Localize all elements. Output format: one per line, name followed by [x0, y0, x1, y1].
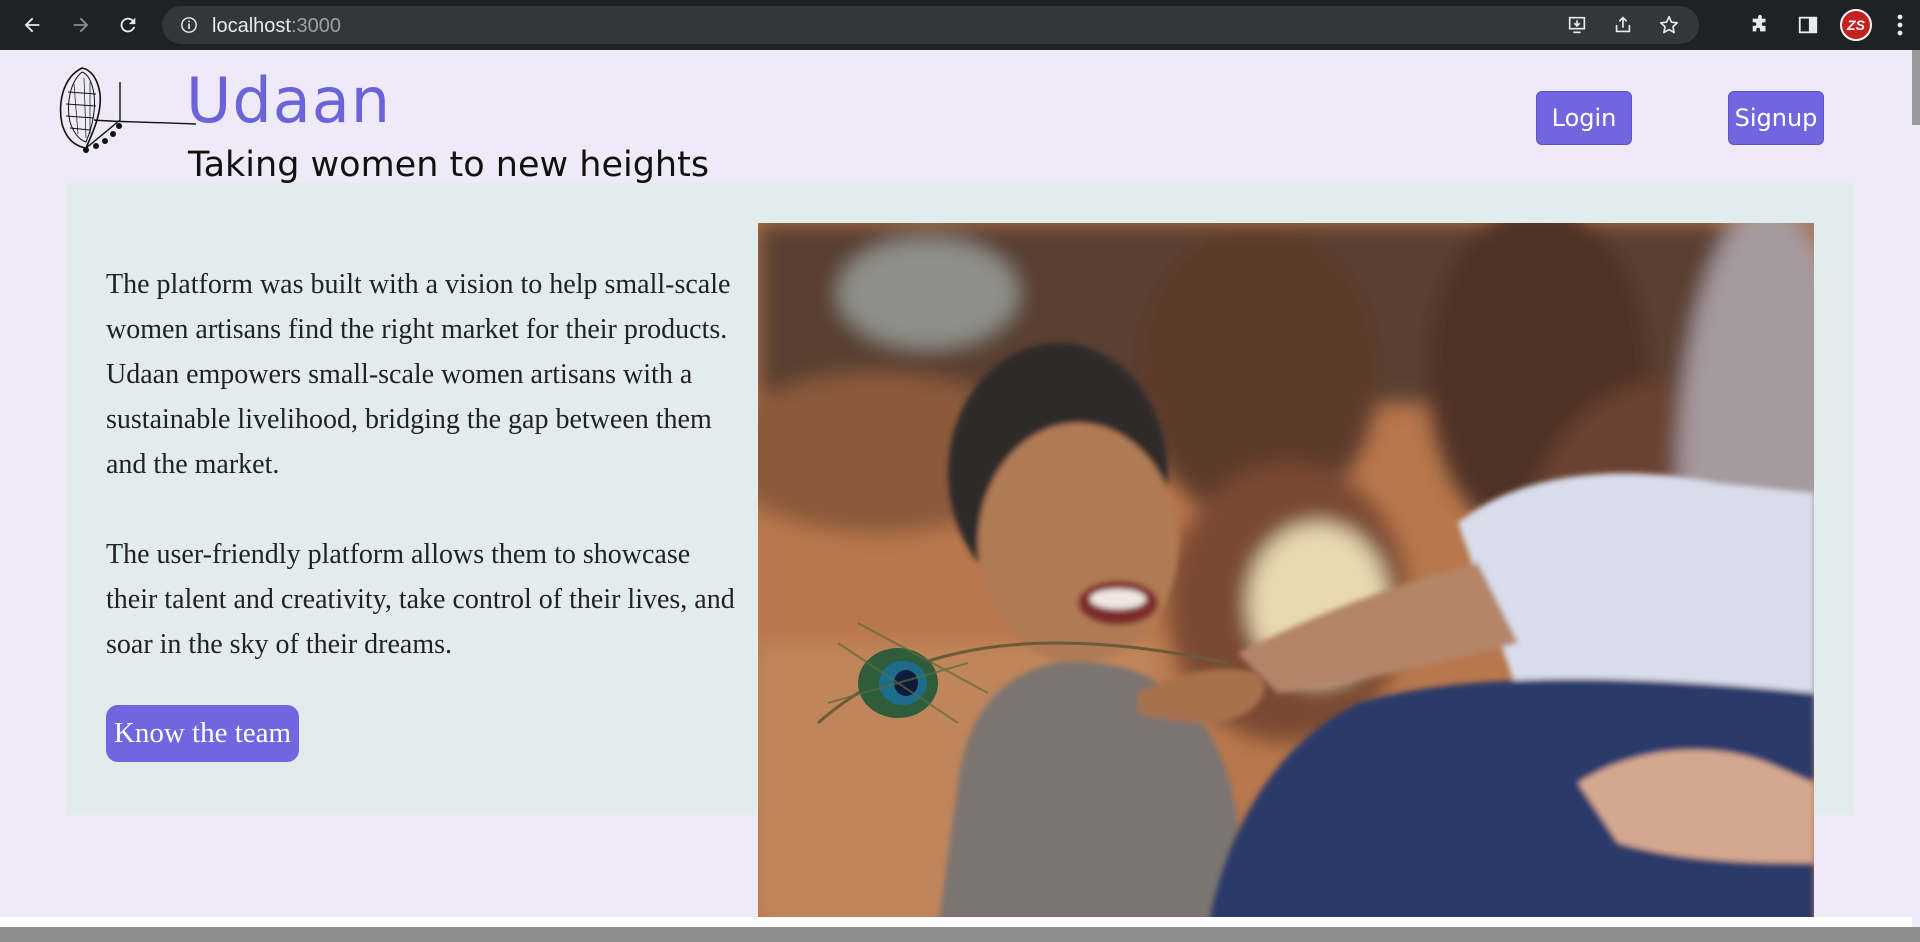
extensions-icon[interactable]	[1736, 1, 1784, 49]
info-icon[interactable]	[180, 16, 198, 39]
side-panel-icon[interactable]	[1784, 1, 1832, 49]
profile-avatar[interactable]: ZS	[1832, 1, 1880, 49]
vertical-scrollbar[interactable]	[1912, 50, 1920, 125]
avatar: ZS	[1840, 9, 1872, 41]
horizontal-scrollbar[interactable]	[0, 927, 1920, 942]
url-text[interactable]: localhost:3000	[212, 15, 341, 38]
star-icon[interactable]	[1657, 13, 1681, 37]
back-arrow-icon[interactable]	[17, 10, 47, 40]
hero-paragraph-2: The user-friendly platform allows them t…	[106, 539, 735, 660]
page-bottom-strip	[0, 917, 1912, 927]
know-the-team-button[interactable]: Know the team	[106, 705, 299, 762]
reload-icon[interactable]	[113, 10, 143, 40]
peacock-feather-logo-icon	[56, 64, 197, 174]
hero-image	[758, 223, 1814, 927]
url-port: :3000	[290, 15, 341, 37]
brand-title: Udaan	[186, 64, 392, 137]
menu-icon[interactable]	[1880, 1, 1920, 49]
hero-paragraph-1: The platform was built with a vision to …	[106, 269, 731, 480]
signup-button[interactable]: Signup	[1728, 91, 1824, 145]
hero-image-illustration	[758, 223, 1814, 927]
brand-tagline: Taking women to new heights	[188, 145, 710, 185]
share-icon[interactable]	[1611, 13, 1635, 37]
forward-arrow-icon[interactable]	[66, 10, 96, 40]
url-host: localhost	[212, 15, 291, 37]
address-bar[interactable]: localhost:3000	[162, 6, 1699, 44]
hero-description: The platform was built with a vision to …	[106, 262, 746, 667]
browser-toolbar: localhost:3000 ZS	[0, 0, 1920, 50]
login-button[interactable]: Login	[1536, 91, 1632, 145]
install-icon[interactable]	[1565, 13, 1589, 37]
